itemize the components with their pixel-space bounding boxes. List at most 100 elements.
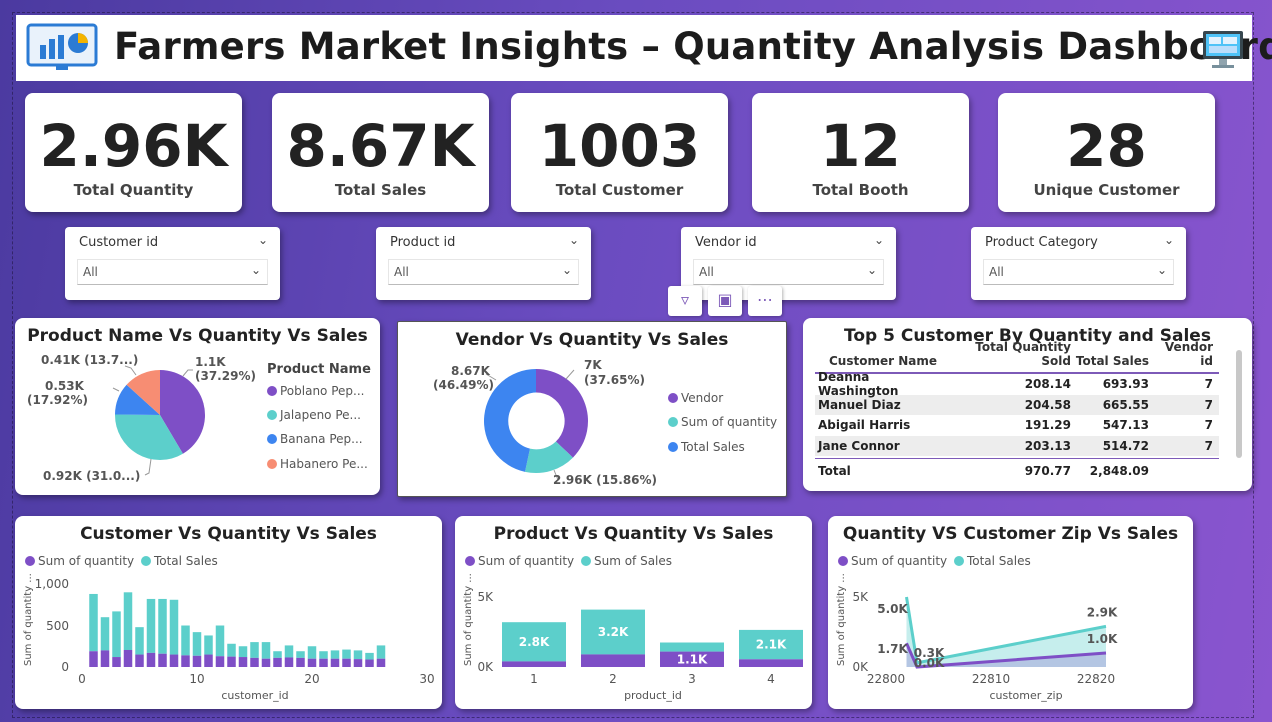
bar-sum-of-quantity[interactable] [296, 657, 305, 667]
bar-sum-of-quantity[interactable] [215, 656, 225, 667]
bar-sum-of-quantity[interactable] [89, 651, 98, 667]
chevron-down-icon[interactable]: ⌄ [251, 263, 261, 277]
slicer-product-category[interactable]: Product Category ⌄ All ⌄ [971, 227, 1186, 300]
chevron-down-icon[interactable]: ⌄ [1157, 263, 1167, 277]
legend-item[interactable]: Jalapeno Pe... [267, 408, 361, 422]
legend-item[interactable]: Banana Pep... [267, 432, 363, 446]
bar-sum-of-sales[interactable] [660, 642, 724, 652]
vendor-donut-visual[interactable]: Vendor Vs Quantity Vs Sales 7K (37.65%) … [397, 321, 787, 497]
legend-item[interactable]: Vendor [668, 391, 723, 405]
bar-total-sales[interactable] [296, 651, 305, 658]
bar-total-sales[interactable] [169, 599, 179, 655]
bar-total-sales[interactable] [123, 592, 133, 650]
legend-item[interactable]: Sum of quantity [668, 415, 777, 429]
bar-sum-of-quantity[interactable] [192, 655, 202, 667]
bar-sum-of-quantity[interactable] [158, 653, 167, 667]
bar-total-sales[interactable] [307, 646, 317, 659]
bar-total-sales[interactable] [158, 598, 167, 654]
slicer-dropdown[interactable]: All ⌄ [77, 259, 268, 285]
bar-sum-of-quantity[interactable] [739, 659, 803, 667]
bar-total-sales[interactable] [238, 646, 248, 658]
legend-item[interactable]: Total Sales [668, 440, 745, 454]
bar-sum-of-quantity[interactable] [376, 658, 386, 667]
bar-sum-of-quantity[interactable] [353, 659, 363, 667]
bar-total-sales[interactable] [146, 598, 156, 653]
bar-sum-of-quantity[interactable] [365, 659, 374, 667]
bar-total-sales[interactable] [319, 651, 328, 659]
bar-total-sales[interactable] [204, 635, 213, 655]
bar-sum-of-quantity[interactable] [342, 658, 351, 667]
bar-sum-of-quantity[interactable] [112, 657, 121, 667]
bar-sum-of-quantity[interactable] [284, 657, 294, 667]
filter-icon[interactable]: ▿ [668, 286, 702, 316]
bar-sum-of-quantity[interactable] [181, 655, 190, 667]
bar-sum-of-quantity[interactable] [502, 661, 566, 667]
chevron-down-icon[interactable]: ⌄ [258, 233, 268, 247]
bar-total-sales[interactable] [192, 632, 202, 656]
bar-sum-of-quantity[interactable] [146, 652, 156, 667]
bar-total-sales[interactable] [227, 643, 236, 657]
bar-total-sales[interactable] [135, 627, 144, 655]
slicer-product-id[interactable]: Product id ⌄ All ⌄ [376, 227, 591, 300]
table-row[interactable]: Manuel Diaz 204.58 665.55 7 [815, 394, 1219, 415]
chevron-down-icon[interactable]: ⌄ [874, 233, 884, 247]
bar-total-sales[interactable] [342, 649, 351, 659]
bar-sum-of-quantity[interactable] [227, 656, 236, 667]
donut-slice-vendor[interactable] [536, 369, 589, 458]
table-scrollbar[interactable] [1236, 350, 1242, 458]
chevron-down-icon[interactable]: ⌄ [562, 263, 572, 277]
legend-dot-icon [668, 417, 678, 427]
slicer-dropdown[interactable]: All ⌄ [388, 259, 579, 285]
more-options-icon[interactable]: ⋯ [748, 286, 782, 316]
legend-item[interactable]: Habanero Pe... [267, 457, 368, 471]
bar-sum-of-quantity[interactable] [261, 658, 271, 667]
column-header[interactable]: Total Sales [1071, 354, 1149, 368]
product-pie-visual[interactable]: Product Name Vs Quantity Vs Sales 1.1K (… [15, 318, 380, 495]
bar-total-sales[interactable] [215, 625, 225, 657]
bar-sum-of-quantity[interactable] [204, 654, 213, 667]
x-tick-label: 22820 [1077, 672, 1115, 686]
point-data-label: 1.7K [877, 642, 908, 656]
slicer-dropdown[interactable]: All ⌄ [693, 259, 884, 285]
bar-total-sales[interactable] [284, 645, 294, 658]
bar-total-sales[interactable] [365, 652, 374, 660]
bar-sum-of-quantity[interactable] [330, 658, 340, 667]
bar-sum-of-quantity[interactable] [238, 657, 248, 667]
bar-sum-of-quantity[interactable] [100, 650, 110, 667]
bar-sum-of-quantity[interactable] [250, 657, 259, 667]
slicer-customer-id[interactable]: Customer id ⌄ All ⌄ [65, 227, 280, 300]
product-bar-visual[interactable]: Product Vs Quantity Vs Sales Sum of quan… [455, 516, 812, 709]
bar-sum-of-quantity[interactable] [169, 654, 179, 667]
table-row[interactable]: Jane Connor 203.13 514.72 7 [815, 435, 1219, 456]
zip-area-visual[interactable]: Quantity VS Customer Zip Vs Sales Sum of… [828, 516, 1193, 709]
bar-total-sales[interactable] [250, 642, 259, 658]
bar-total-sales[interactable] [112, 611, 121, 658]
column-header[interactable]: Vendor id [1149, 340, 1213, 368]
bar-total-sales[interactable] [181, 625, 190, 656]
legend-item[interactable]: Poblano Pep... [267, 384, 364, 398]
chevron-down-icon[interactable]: ⌄ [1164, 233, 1174, 247]
top-customers-table-visual[interactable]: Top 5 Customer By Quantity and Sales Cus… [803, 318, 1252, 491]
bar-total-sales[interactable] [261, 642, 271, 659]
chevron-down-icon[interactable]: ⌄ [867, 263, 877, 277]
bar-total-sales[interactable] [273, 651, 282, 658]
table-row[interactable]: Deanna Washington 208.14 693.93 7 [815, 370, 1219, 398]
column-header[interactable]: Customer Name [815, 354, 947, 368]
customer-bar-visual[interactable]: Customer Vs Quantity Vs Sales Sum of qua… [15, 516, 442, 709]
bar-sum-of-quantity[interactable] [581, 654, 645, 667]
bar-sum-of-quantity[interactable] [123, 649, 133, 667]
slicer-dropdown[interactable]: All ⌄ [983, 259, 1174, 285]
bar-sum-of-quantity[interactable] [135, 654, 144, 667]
bar-sum-of-quantity[interactable] [307, 658, 317, 667]
chevron-down-icon[interactable]: ⌄ [569, 233, 579, 247]
bar-sum-of-quantity[interactable] [319, 658, 328, 667]
focus-mode-icon[interactable]: ▣ [708, 286, 742, 316]
bar-total-sales[interactable] [330, 650, 340, 659]
bar-total-sales[interactable] [100, 617, 110, 651]
bar-total-sales[interactable] [89, 593, 98, 652]
column-header[interactable]: Total Quantity Sold [947, 340, 1071, 368]
bar-total-sales[interactable] [376, 645, 386, 659]
bar-total-sales[interactable] [353, 650, 363, 660]
table-row[interactable]: Abigail Harris 191.29 547.13 7 [815, 415, 1219, 436]
bar-sum-of-quantity[interactable] [273, 657, 282, 667]
